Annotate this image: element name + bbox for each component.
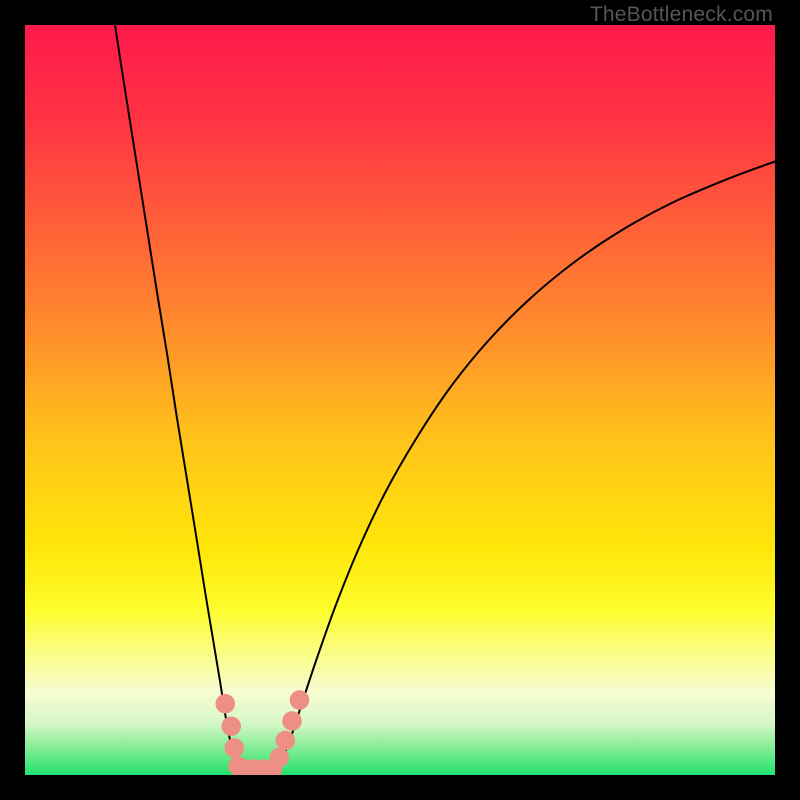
curve-marker — [276, 731, 296, 751]
curve-marker — [222, 717, 242, 737]
curve-marker — [225, 738, 245, 758]
chart-background — [25, 25, 775, 775]
chart-frame — [25, 25, 775, 775]
curve-marker — [270, 748, 290, 768]
watermark-text: TheBottleneck.com — [590, 3, 773, 27]
curve-marker — [290, 690, 310, 710]
chart-svg — [25, 25, 775, 775]
curve-marker — [282, 711, 302, 731]
curve-marker — [216, 694, 236, 714]
